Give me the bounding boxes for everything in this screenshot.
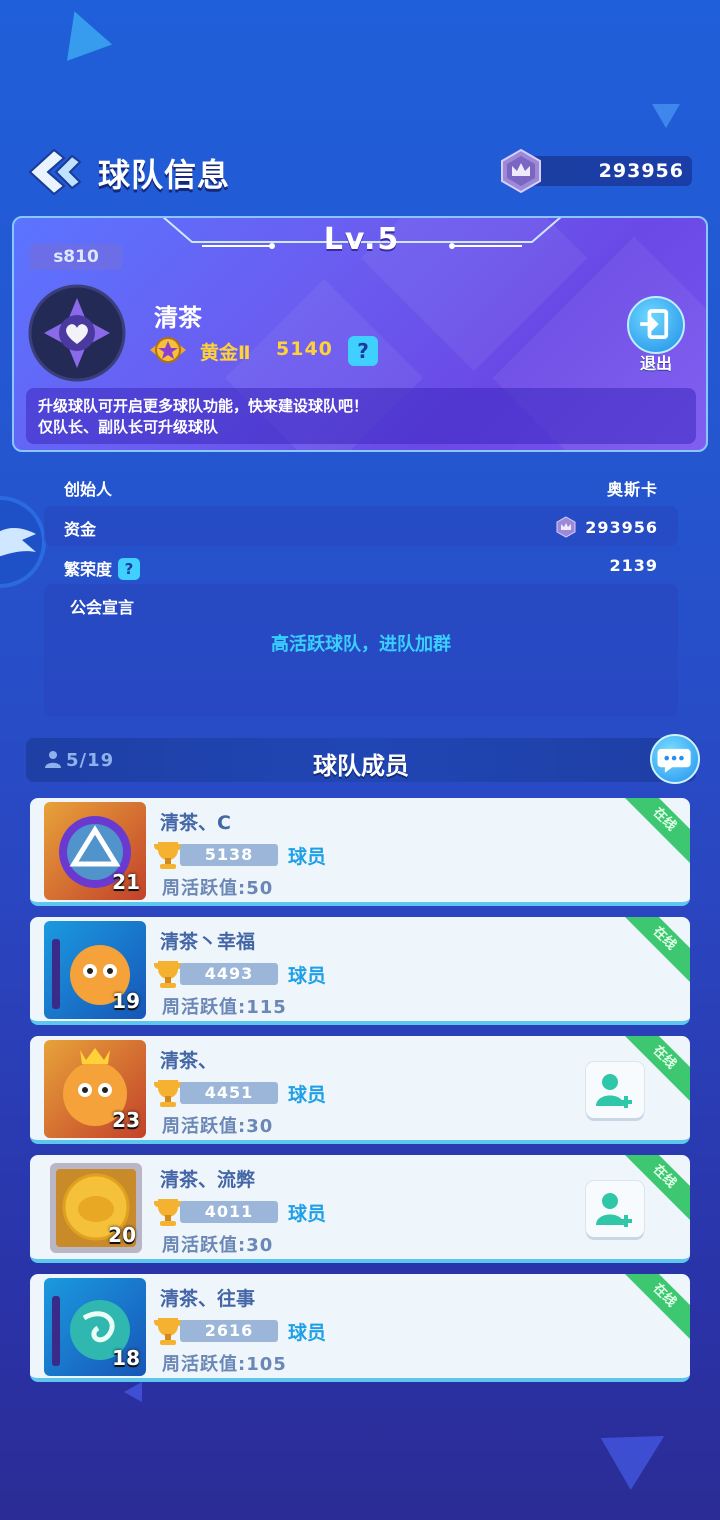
rank-help-icon[interactable]: ?: [348, 336, 378, 366]
funds-row: 资金 293956: [44, 506, 678, 546]
tiger-crown-icon: 23: [44, 1040, 146, 1138]
member-name: 清茶、流弊: [160, 1169, 256, 1191]
online-badge: 在线: [617, 917, 690, 986]
notice-line: 仅队长、副队长可升级球队: [38, 418, 219, 436]
prosperity-help-icon[interactable]: ?: [118, 558, 141, 580]
crown-coin-icon: [556, 516, 576, 538]
page-title: 球队信息: [98, 156, 231, 194]
member-name: 清茶丶幸福: [160, 931, 256, 953]
add-friend-button[interactable]: [586, 1062, 644, 1118]
online-badge: 在线: [617, 1274, 690, 1343]
member-score: 4451: [180, 1082, 278, 1104]
funds-label: 资金: [64, 520, 97, 539]
team-level: Lv.5: [323, 222, 401, 257]
team-name: 清茶: [154, 304, 202, 332]
add-friend-button[interactable]: [586, 1181, 644, 1237]
top-header: 球队信息 293956: [0, 140, 720, 206]
members-title: 球队成员: [313, 752, 409, 780]
member-role: 球员: [288, 1203, 327, 1225]
crown-coin-icon: [501, 148, 541, 194]
bg-triangle-decoration: [124, 1382, 142, 1402]
server-tag: s810: [30, 244, 122, 270]
rank-row: 黄金Ⅱ 5140 ?: [148, 332, 388, 368]
member-activity: 周活跃值:30: [162, 1235, 274, 1256]
player-level: 23: [112, 1108, 140, 1132]
team-info-card: Lv.5 s810 清茶 黄金Ⅱ 5140 ? 退出 升级球队可开启更多球队功能…: [12, 216, 708, 452]
currency-bar: 293956: [520, 156, 692, 186]
bg-triangle-decoration: [652, 104, 680, 128]
member-name: 清茶、C: [160, 812, 231, 834]
member-card[interactable]: 20 清茶、流弊 4011 球员 周活跃值:30 在线: [30, 1155, 690, 1263]
member-card[interactable]: 21 清茶、C 5138 球员 周活跃值:50 在线: [30, 798, 690, 906]
founder-row: 创始人 奥斯卡: [44, 466, 678, 506]
online-badge: 在线: [617, 798, 690, 867]
funds-value: 293956: [585, 518, 658, 537]
member-score: 5138: [180, 844, 278, 866]
manifesto-label: 公会宣言: [70, 598, 135, 617]
member-role: 球员: [288, 846, 327, 868]
gold-rank-badge-icon: [150, 337, 186, 363]
member-card[interactable]: 18 清茶、往事 2616 球员 周活跃值:105 在线: [30, 1274, 690, 1382]
members-header: 5/19 球队成员: [26, 738, 696, 782]
member-card[interactable]: 19 清茶丶幸福 4493 球员 周活跃值:115 在线: [30, 917, 690, 1025]
exit-label: 退出: [639, 354, 672, 373]
add-friend-icon: [596, 1074, 632, 1108]
prosperity-value: 2139: [609, 556, 658, 575]
chat-button[interactable]: [650, 734, 700, 784]
dragon-guitar-icon: 18: [44, 1278, 146, 1376]
rank-score: 5140: [276, 338, 333, 360]
add-friend-icon: [596, 1193, 632, 1227]
player-level: 20: [108, 1223, 136, 1247]
prosperity-label-wrap: 繁荣度?: [64, 556, 141, 580]
member-name: 清茶、往事: [160, 1288, 256, 1310]
member-activity: 周活跃值:50: [162, 878, 274, 899]
team-heart-emblem-icon: [28, 284, 126, 382]
exit-icon: [627, 296, 685, 354]
member-score: 2616: [180, 1320, 278, 1342]
member-name: 清茶、: [160, 1050, 218, 1072]
currency-display: 293956: [498, 148, 694, 194]
member-card[interactable]: 23 清茶、 4451 球员 周活跃值:30 在线: [30, 1036, 690, 1144]
manifesto-text: 高活跃球队，进队加群: [271, 634, 451, 655]
member-score: 4493: [180, 963, 278, 985]
team-info-list: 创始人 奥斯卡 资金 293956 繁荣度? 2139: [44, 466, 678, 586]
back-arrow-icon[interactable]: [24, 146, 84, 198]
rank-name: 黄金Ⅱ: [200, 342, 251, 364]
chat-bubble-icon: [657, 748, 691, 773]
member-score: 4011: [180, 1201, 278, 1223]
founder-label: 创始人: [64, 480, 113, 499]
funds-value-wrap: 293956: [555, 516, 658, 538]
prism-emblem-icon: 21: [44, 802, 146, 900]
member-role: 球员: [288, 1084, 327, 1106]
bg-triangle-decoration: [600, 1410, 680, 1490]
player-level: 18: [112, 1346, 140, 1370]
founder-value: 奥斯卡: [606, 480, 658, 499]
member-activity: 周活跃值:115: [162, 997, 287, 1018]
member-activity: 周活跃值:105: [162, 1354, 287, 1375]
prosperity-label: 繁荣度: [64, 560, 113, 579]
notice-line: 升级球队可开启更多球队功能，快来建设球队吧！: [38, 397, 369, 415]
bg-triangle-decoration: [51, 3, 113, 61]
currency-value: 293956: [598, 160, 684, 182]
exit-team-button[interactable]: 退出: [624, 296, 688, 373]
golden-piggy-coin-icon: 20: [50, 1163, 142, 1253]
tiger-guitar-icon: 19: [44, 921, 146, 1019]
player-level: 21: [112, 870, 140, 894]
prosperity-row: 繁荣度? 2139: [44, 546, 678, 586]
player-level: 19: [112, 989, 140, 1013]
member-role: 球员: [288, 1322, 327, 1344]
upgrade-notice: 升级球队可开启更多球队功能，快来建设球队吧！ 仅队长、副队长可升级球队: [26, 388, 696, 444]
member-role: 球员: [288, 965, 327, 987]
member-activity: 周活跃值:30: [162, 1116, 274, 1137]
manifesto-box: 公会宣言 高活跃球队，进队加群: [44, 584, 678, 716]
